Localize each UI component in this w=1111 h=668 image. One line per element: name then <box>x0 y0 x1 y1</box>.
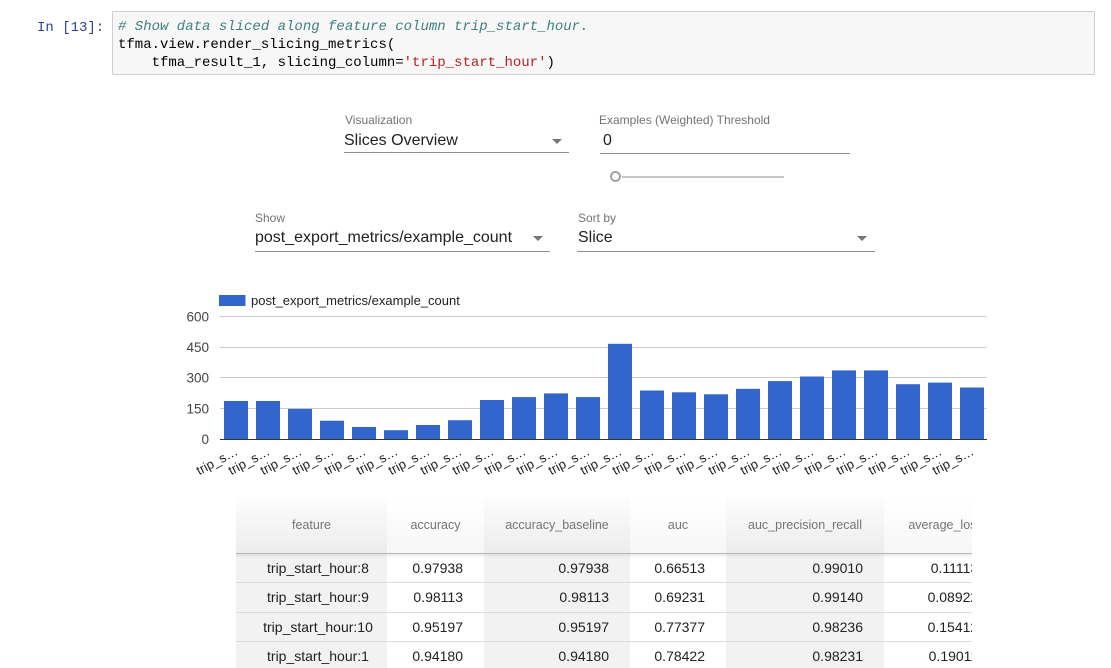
svg-text:150: 150 <box>186 401 209 416</box>
svg-text:300: 300 <box>186 371 209 386</box>
svg-text:post_export_metrics/example_co: post_export_metrics/example_count <box>251 293 460 308</box>
svg-text:600: 600 <box>186 309 209 324</box>
svg-text:0: 0 <box>201 432 209 447</box>
svg-text:450: 450 <box>186 340 209 355</box>
